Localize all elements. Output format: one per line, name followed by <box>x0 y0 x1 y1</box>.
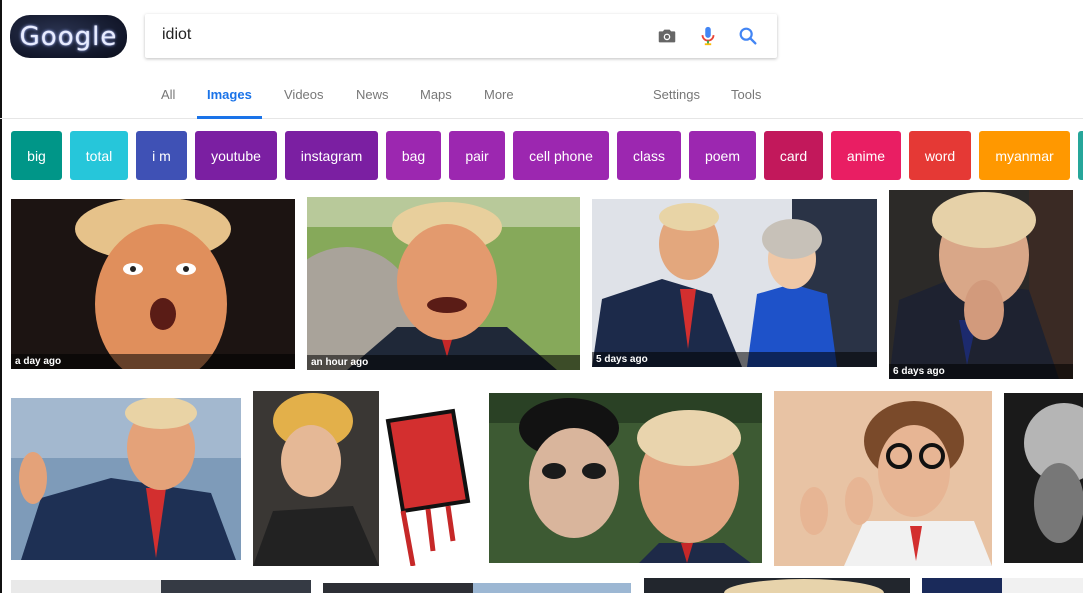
related-search-chips: big total i m youtube instagram bag pair… <box>0 131 1083 180</box>
search-icon[interactable] <box>737 25 759 47</box>
image-result[interactable] <box>253 391 477 566</box>
image-result[interactable]: a day ago <box>11 199 295 369</box>
image-thumbnail <box>1004 393 1083 563</box>
result-age: an hour ago <box>307 355 580 370</box>
image-result[interactable] <box>323 583 631 593</box>
chip-bag[interactable]: bag <box>386 131 441 180</box>
image-result[interactable]: 5 days ago <box>592 199 877 367</box>
chip-total[interactable]: total <box>70 131 128 180</box>
image-thumbnail <box>922 578 1083 593</box>
tab-videos[interactable]: Videos <box>284 87 324 116</box>
image-result[interactable] <box>644 578 910 593</box>
chip-youtube[interactable]: youtube <box>195 131 277 180</box>
chip-instagram[interactable]: instagram <box>285 131 378 180</box>
image-result[interactable]: 6 days ago <box>889 190 1073 379</box>
tab-news[interactable]: News <box>356 87 389 116</box>
tab-tools[interactable]: Tools <box>731 87 761 116</box>
chip-pair[interactable]: pair <box>449 131 505 180</box>
result-age: a day ago <box>11 354 295 369</box>
image-result[interactable] <box>922 578 1083 593</box>
image-thumbnail <box>307 197 580 370</box>
google-doodle-logo[interactable]: Google <box>10 15 127 58</box>
chip-poem[interactable]: poem <box>689 131 756 180</box>
logo-text: Google <box>19 21 118 52</box>
chip-class[interactable]: class <box>617 131 681 180</box>
chip-word[interactable]: word <box>909 131 971 180</box>
search-tabs: All Images Videos News Maps More Setting… <box>0 78 1083 119</box>
mic-icon[interactable] <box>697 25 719 47</box>
image-thumbnail <box>253 391 477 566</box>
image-thumbnail <box>489 393 762 563</box>
image-thumbnail <box>11 580 311 593</box>
chip-partial[interactable] <box>1078 131 1083 180</box>
search-box[interactable] <box>145 14 777 58</box>
chip-card[interactable]: card <box>764 131 823 180</box>
image-thumbnail <box>11 398 241 560</box>
tab-settings[interactable]: Settings <box>653 87 700 116</box>
image-thumbnail <box>774 391 992 566</box>
image-result[interactable] <box>1004 393 1083 563</box>
chip-anime[interactable]: anime <box>831 131 901 180</box>
image-result[interactable] <box>774 391 992 566</box>
chip-big[interactable]: big <box>11 131 62 180</box>
tab-maps[interactable]: Maps <box>420 87 452 116</box>
image-thumbnail <box>592 199 877 367</box>
image-thumbnail <box>644 578 910 593</box>
tab-images[interactable]: Images <box>197 87 262 119</box>
result-age: 6 days ago <box>889 364 1073 379</box>
tab-more[interactable]: More <box>484 87 514 116</box>
image-thumbnail <box>11 199 295 369</box>
image-result[interactable]: an hour ago <box>307 197 580 370</box>
image-result[interactable] <box>11 580 311 593</box>
result-age: 5 days ago <box>592 352 877 367</box>
image-result[interactable] <box>489 393 762 563</box>
tab-all[interactable]: All <box>161 87 175 116</box>
chip-i-m[interactable]: i m <box>136 131 187 180</box>
image-thumbnail <box>323 583 631 593</box>
image-result[interactable] <box>11 398 241 560</box>
image-thumbnail <box>889 190 1073 379</box>
chip-myanmar[interactable]: myanmar <box>979 131 1070 180</box>
chip-cell-phone[interactable]: cell phone <box>513 131 609 180</box>
search-input[interactable] <box>160 25 634 45</box>
camera-icon[interactable] <box>656 25 678 47</box>
